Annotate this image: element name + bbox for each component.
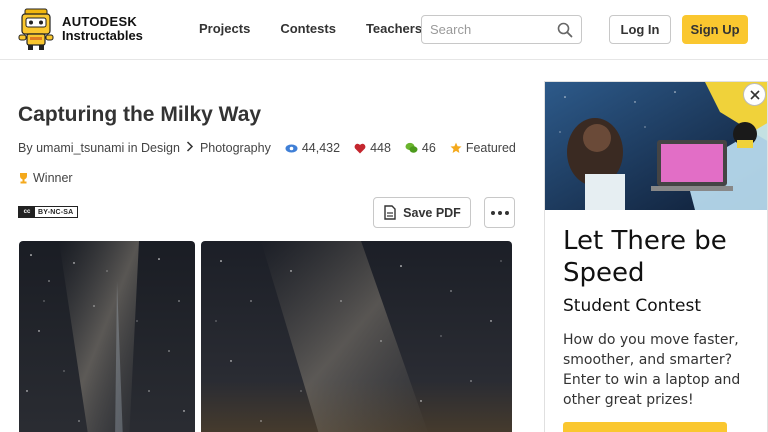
- subcategory-link[interactable]: Photography: [200, 141, 271, 155]
- favorites-count: 448: [370, 141, 391, 155]
- save-pdf-label: Save PDF: [403, 205, 461, 220]
- favorites-stat: 448: [354, 141, 391, 155]
- contest-ad[interactable]: Let There be Speed Student Contest How d…: [544, 81, 768, 432]
- nav-teachers[interactable]: Teachers: [366, 21, 422, 36]
- search-icon[interactable]: [557, 22, 573, 38]
- license-badge[interactable]: cc BY-NC-SA: [18, 206, 78, 218]
- search-input[interactable]: [422, 16, 552, 43]
- winner-badge: Winner: [18, 171, 73, 185]
- in-word: in: [127, 141, 138, 155]
- ad-subheadline: Student Contest: [563, 296, 702, 316]
- creative-commons-icon: cc: [19, 207, 35, 217]
- nav-projects[interactable]: Projects: [199, 21, 250, 36]
- comments-stat: 46: [405, 141, 436, 155]
- save-pdf-button[interactable]: Save PDF: [373, 197, 471, 228]
- close-ad-button[interactable]: [743, 83, 766, 106]
- instructables-logo[interactable]: AUTODESK Instructables: [18, 7, 143, 51]
- login-button[interactable]: Log In: [609, 15, 671, 44]
- author-link[interactable]: umami_tsunami: [36, 141, 124, 155]
- chat-bubbles-icon: [405, 142, 418, 153]
- main-nav: Projects Contests Teachers: [199, 21, 452, 36]
- milky-way-photo-2[interactable]: [201, 241, 512, 432]
- by-prefix: By: [18, 141, 33, 155]
- ad-hero-image: [545, 82, 767, 210]
- more-options-button[interactable]: [484, 197, 515, 228]
- winner-label: Winner: [33, 171, 73, 185]
- category-link[interactable]: Design: [141, 141, 180, 155]
- featured-badge: Featured: [450, 141, 516, 155]
- site-header: AUTODESK Instructables Projects Contests…: [0, 0, 768, 60]
- signup-button[interactable]: Sign Up: [682, 15, 748, 44]
- views-count: 44,432: [301, 141, 341, 155]
- brand-autodesk: AUTODESK: [62, 14, 138, 29]
- trophy-icon: [20, 173, 27, 184]
- search-box: [421, 15, 582, 44]
- article-meta: By umami_tsunami in Design Photography 4…: [18, 141, 516, 155]
- ad-headline: Let There be Speed: [563, 226, 727, 288]
- ad-cta-button[interactable]: [563, 422, 727, 432]
- eye-icon: [285, 144, 298, 152]
- document-icon: [384, 205, 396, 220]
- page-title: Capturing the Milky Way: [18, 103, 262, 126]
- star-icon: [450, 142, 462, 153]
- close-icon: [749, 89, 760, 100]
- ellipsis-icon: [490, 210, 509, 215]
- views-stat: 44,432: [285, 141, 340, 155]
- brand-instructables: Instructables: [62, 28, 143, 43]
- heart-icon: [354, 143, 366, 153]
- nav-contests[interactable]: Contests: [280, 21, 336, 36]
- robot-mascot-icon: [18, 7, 54, 51]
- chevron-right-icon: [186, 141, 194, 155]
- ad-body-text: How do you move faster, smoother, and sm…: [563, 332, 741, 408]
- featured-label: Featured: [465, 141, 516, 155]
- comments-count: 46: [421, 141, 436, 155]
- milky-way-photo-1[interactable]: [19, 241, 195, 432]
- license-label: BY-NC-SA: [38, 208, 74, 216]
